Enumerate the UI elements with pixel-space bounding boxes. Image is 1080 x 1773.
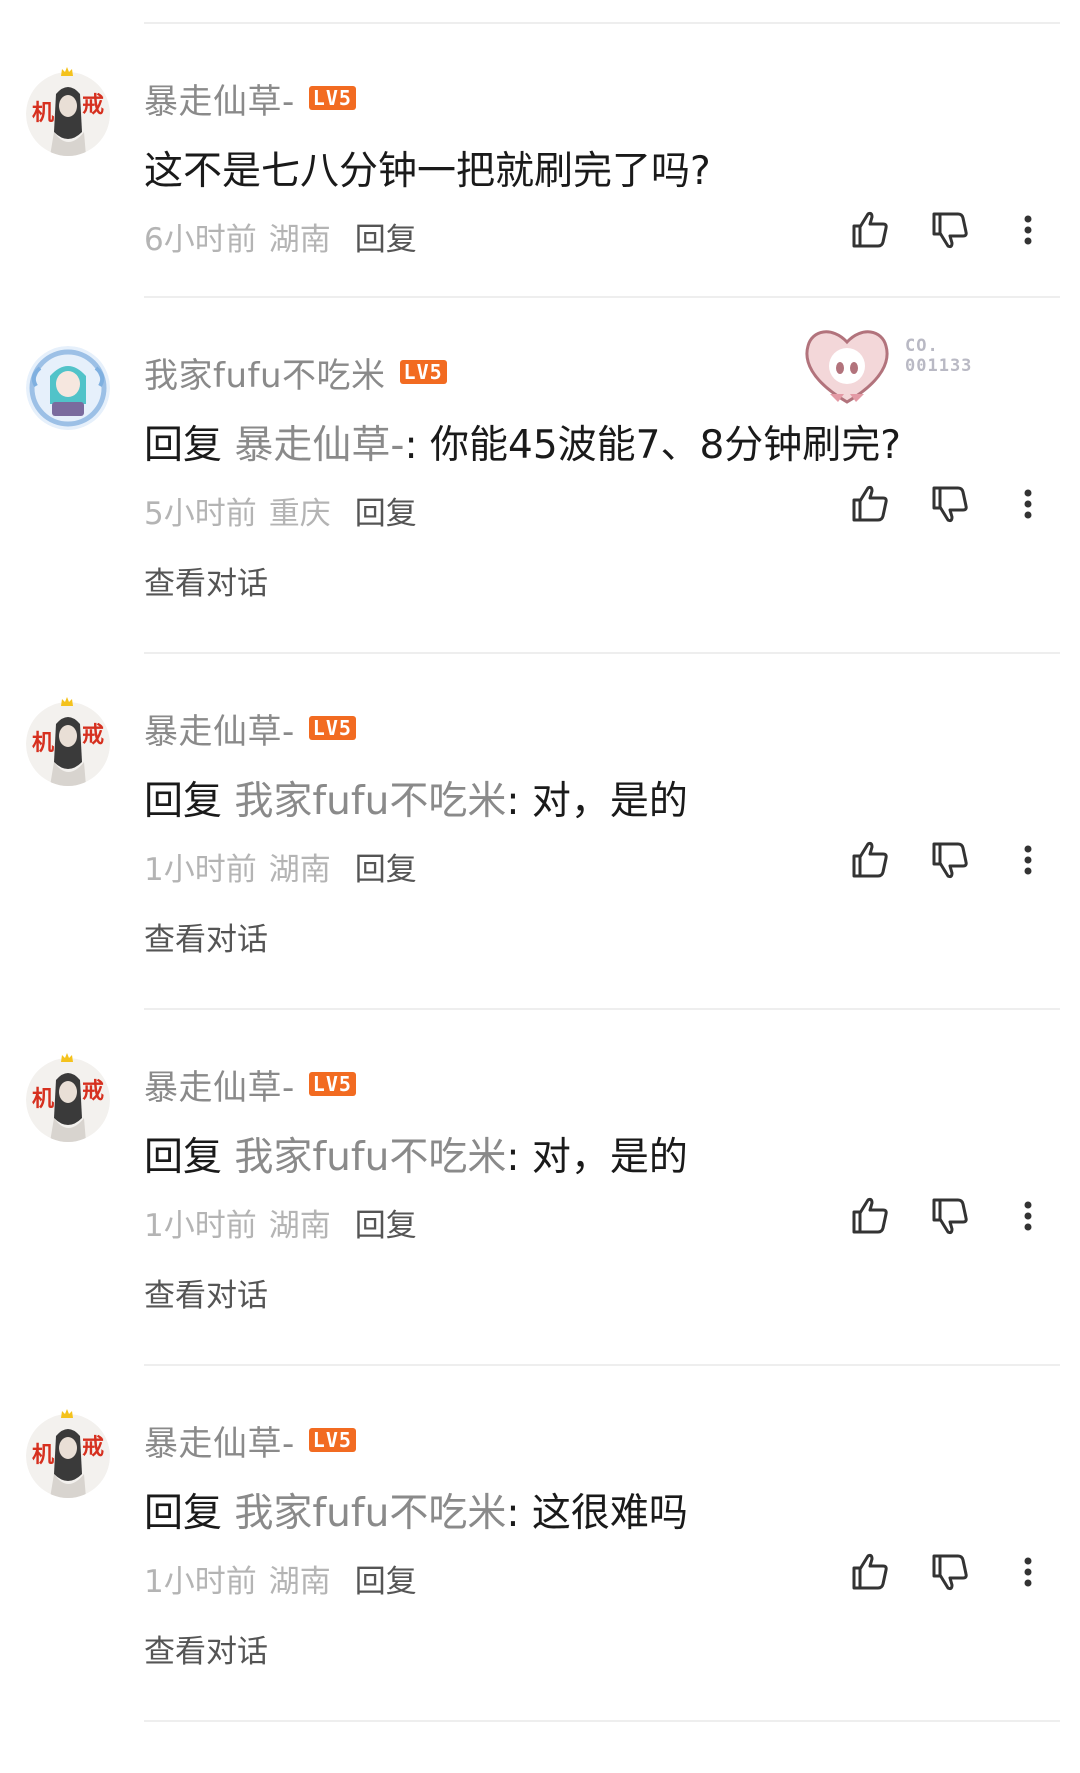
more-button[interactable] (1004, 836, 1034, 884)
more-vertical-icon (1024, 215, 1032, 245)
reply-target-username[interactable]: 我家fufu不吃米 (234, 779, 506, 824)
comment-text: 回复 我家fufu不吃米: 这很难吗 (144, 1491, 688, 1536)
svg-text:机: 机 (32, 100, 54, 126)
level-badge: LV5 (308, 1428, 356, 1452)
avatar[interactable] (26, 346, 110, 430)
reply-target-username[interactable]: 我家fufu不吃米 (234, 1491, 506, 1536)
dislike-button[interactable] (926, 480, 974, 528)
fan-badge-code: CO. 001133 (905, 336, 973, 376)
username[interactable]: 暴走仙草- (144, 1060, 295, 1109)
dislike-button[interactable] (926, 1548, 974, 1596)
view-conversation-link[interactable]: 查看对话 (144, 1270, 268, 1315)
reply-button[interactable]: 回复 (355, 214, 417, 259)
location: 湖南 (268, 1564, 331, 1600)
location: 重庆 (268, 496, 331, 532)
thumbs-up-icon (852, 1197, 888, 1234)
comment-text: 回复 我家fufu不吃米: 对，是的 (144, 1135, 688, 1180)
level-badge: LV5 (308, 716, 356, 740)
more-vertical-icon (1024, 845, 1032, 875)
more-vertical-icon (1024, 1201, 1032, 1231)
reply-button[interactable]: 回复 (355, 1200, 417, 1245)
reply-button[interactable]: 回复 (355, 488, 417, 533)
svg-text:机: 机 (32, 1086, 54, 1112)
view-conversation-link[interactable]: 查看对话 (144, 914, 268, 959)
view-conversation-link[interactable]: 查看对话 (144, 1626, 268, 1671)
username[interactable]: 暴走仙草- (144, 74, 295, 123)
top-divider (144, 22, 1060, 24)
username[interactable]: 我家fufu不吃米 (144, 348, 386, 397)
thumbs-down-icon (932, 486, 968, 523)
thumbs-down-icon (932, 1554, 968, 1591)
like-button[interactable] (846, 480, 894, 528)
comment-divider (144, 652, 1060, 654)
avatar[interactable]: 机 戒 (26, 1058, 110, 1142)
comment-divider (144, 1364, 1060, 1366)
more-vertical-icon (1024, 489, 1032, 519)
location: 湖南 (268, 1208, 331, 1244)
thumbs-down-icon (932, 842, 968, 879)
svg-text:机: 机 (32, 1442, 54, 1468)
view-conversation-link[interactable]: 查看对话 (144, 558, 268, 603)
thumbs-up-icon (852, 841, 888, 878)
crown-icon (61, 67, 73, 76)
thumbs-up-icon (852, 485, 888, 522)
like-button[interactable] (846, 206, 894, 254)
comment-text: 回复 暴走仙草-: 你能45波能7、8分钟刷完? (144, 423, 901, 468)
crown-icon (61, 1053, 73, 1062)
crown-icon (61, 1409, 73, 1418)
svg-text:戒: 戒 (82, 1078, 104, 1104)
svg-text:戒: 戒 (82, 1434, 104, 1460)
like-button[interactable] (846, 1192, 894, 1240)
thumbs-up-icon (852, 211, 888, 248)
svg-text:戒: 戒 (82, 722, 104, 748)
level-badge: LV5 (399, 360, 447, 384)
svg-text:戒: 戒 (82, 92, 104, 118)
thumbs-down-icon (932, 212, 968, 249)
level-badge: LV5 (308, 1072, 356, 1096)
more-button[interactable] (1004, 1192, 1034, 1240)
thumbs-up-icon (852, 1553, 888, 1590)
timestamp: 6小时前 (144, 222, 257, 258)
more-vertical-icon (1024, 1557, 1032, 1587)
crown-icon (61, 697, 73, 706)
reply-target-username[interactable]: 暴走仙草- (234, 423, 404, 468)
reply-button[interactable]: 回复 (355, 844, 417, 889)
location: 湖南 (268, 222, 331, 258)
dislike-button[interactable] (926, 1192, 974, 1240)
comment-text: 这不是七八分钟一把就刷完了吗? (144, 149, 711, 194)
thumbs-down-icon (932, 1198, 968, 1235)
username[interactable]: 暴走仙草- (144, 1416, 295, 1465)
username[interactable]: 暴走仙草- (144, 704, 295, 753)
timestamp: 1小时前 (144, 852, 257, 888)
avatar[interactable]: 机 戒 (26, 702, 110, 786)
comment-text: 回复 我家fufu不吃米: 对，是的 (144, 779, 688, 824)
reply-button[interactable]: 回复 (355, 1556, 417, 1601)
like-button[interactable] (846, 836, 894, 884)
timestamp: 1小时前 (144, 1564, 257, 1600)
avatar[interactable]: 机 戒 (26, 1414, 110, 1498)
dislike-button[interactable] (926, 206, 974, 254)
avatar[interactable]: 机 戒 (26, 72, 110, 156)
like-button[interactable] (846, 1548, 894, 1596)
comment-divider (144, 1008, 1060, 1010)
location: 湖南 (268, 852, 331, 888)
comment-divider (144, 1720, 1060, 1722)
reply-target-username[interactable]: 我家fufu不吃米 (234, 1135, 506, 1180)
fan-badge-icon (805, 330, 889, 404)
timestamp: 1小时前 (144, 1208, 257, 1244)
dislike-button[interactable] (926, 836, 974, 884)
timestamp: 5小时前 (144, 496, 257, 532)
comment-divider (144, 296, 1060, 298)
svg-text:机: 机 (32, 730, 54, 756)
more-button[interactable] (1004, 206, 1034, 254)
more-button[interactable] (1004, 480, 1034, 528)
more-button[interactable] (1004, 1548, 1034, 1596)
level-badge: LV5 (308, 86, 356, 110)
